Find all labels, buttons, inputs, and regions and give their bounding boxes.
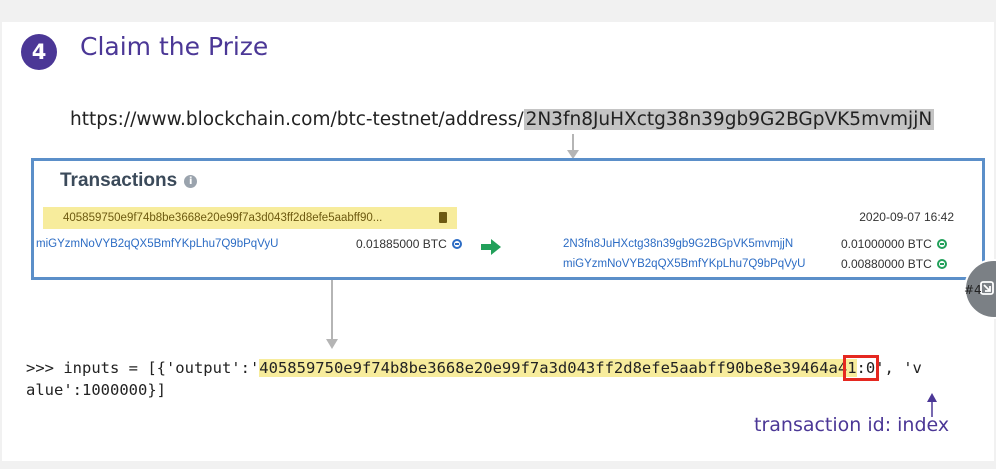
step-number-badge: 4 [21,34,57,70]
code-txid-last-char: 1 [847,359,857,377]
globe-icon [936,259,947,269]
code-suffix: ', 'v [875,359,922,377]
output-amount-2: 0.00880000 BTC [841,257,947,271]
arrow-down-icon [567,134,579,159]
code-index: :0 [856,359,876,377]
output-amount-1-text: 0.01000000 BTC [841,237,932,251]
transactions-title: Transactions [60,170,178,191]
code-txid-highlight: 405859750e9f74b8be3668e20e99f7a3d043ff2d… [259,359,848,377]
copy-icon[interactable] [439,212,447,223]
transfer-arrow-icon [481,239,501,255]
code-index-box: 1:0 [843,355,880,381]
transaction-hash-text: 405859750e9f74b8be3668e20e99f7a3d043ff2d… [63,212,383,224]
address-url[interactable]: https://www.blockchain.com/btc-testnet/a… [70,106,935,134]
index-annotation: transaction id: index [754,414,950,436]
transactions-panel: Transactions i 405859750e9f74b8be3668e20… [31,158,985,280]
slide-title: Claim the Prize [80,32,269,61]
output-amount-1: 0.01000000 BTC [841,237,947,251]
output-address-2[interactable]: miGYzmNoVYB2qQX5BmfYKpLhu7Q9bPqVyU [563,258,805,270]
url-address-highlight: 2N3fn8JuHXctg38n39gb9G2BGpVK5mvmjjN [523,109,935,130]
globe-icon [451,239,462,249]
url-prefix: https://www.blockchain.com/btc-testnet/a… [70,109,524,130]
output-address-1[interactable]: 2N3fn8JuHXctg38n39gb9G2BGpVK5mvmjjN [563,238,793,250]
code-prefix: >>> inputs = [{'output':' [26,359,260,377]
info-icon[interactable]: i [184,174,198,188]
globe-icon [936,239,947,249]
exit-fullscreen-icon [980,281,994,295]
slide-number-label: #4 [964,283,982,297]
code-line-2: alue':1000000}] [26,381,166,399]
arrow-down-icon [326,280,338,349]
output-amount-2-text: 0.00880000 BTC [841,257,932,271]
transaction-date: 2020-09-07 16:42 [859,210,954,224]
python-code-snippet: >>> inputs = [{'output':'405859750e9f74b… [26,355,994,401]
input-amount: 0.01885000 BTC [356,237,462,251]
transaction-hash[interactable]: 405859750e9f74b8be3668e20e99f7a3d043ff2d… [43,207,457,229]
transactions-heading: Transactions i [60,170,198,192]
input-amount-text: 0.01885000 BTC [356,237,447,251]
input-address[interactable]: miGYzmNoVYB2qQX5BmfYKpLhu7Q9bPqVyU [36,238,278,250]
